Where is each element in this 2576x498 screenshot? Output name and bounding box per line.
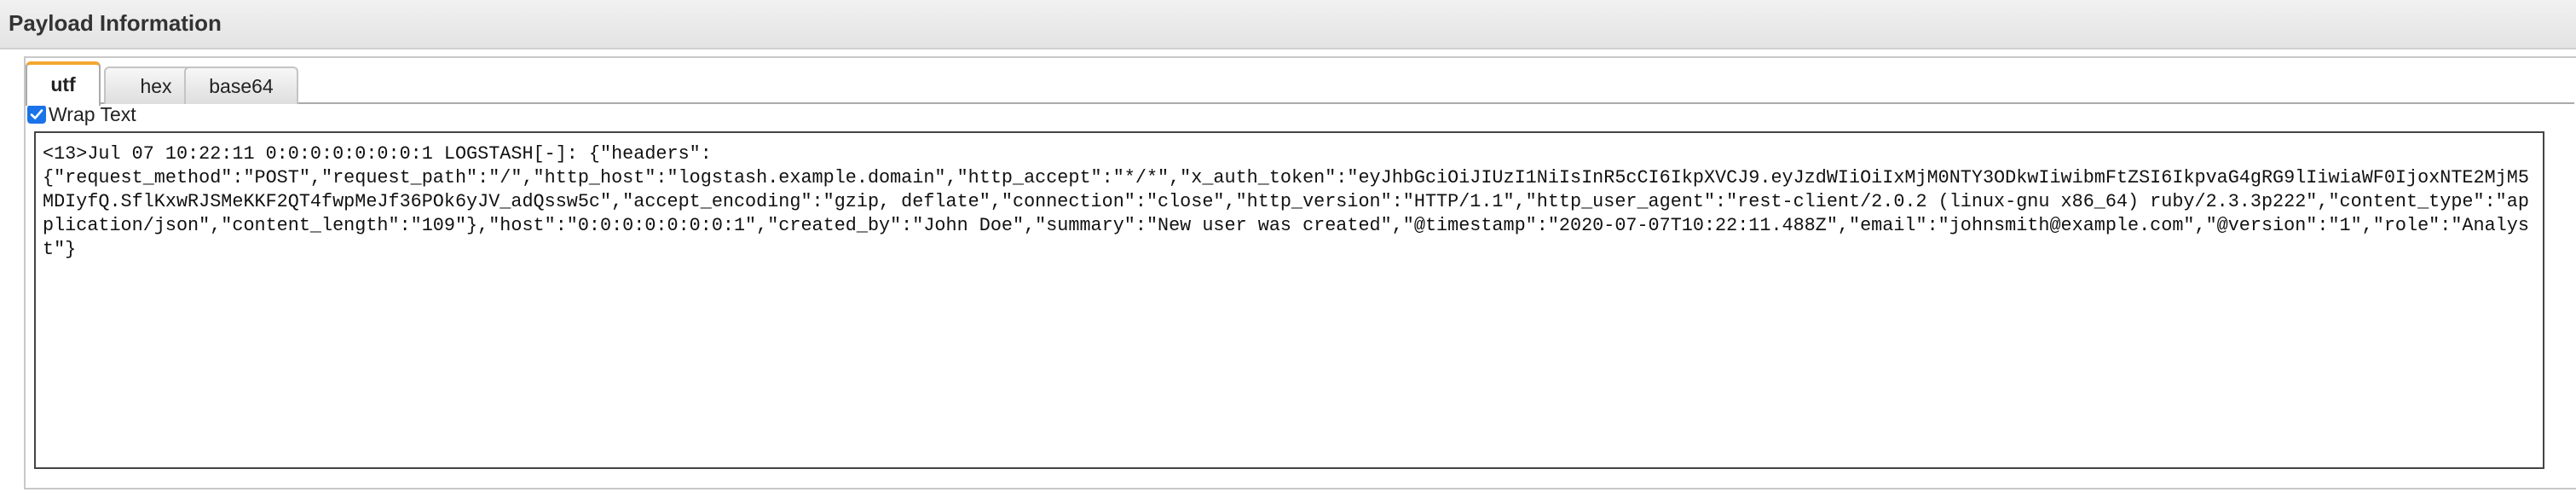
tab-strip-divider <box>26 102 2574 104</box>
tab-base64[interactable]: base64 <box>184 67 298 104</box>
checkmark-icon <box>30 109 43 119</box>
tab-utf[interactable]: utf <box>26 61 101 106</box>
payload-information-page: Payload Information hex base64 utf Wrap … <box>0 0 2576 498</box>
page-title: Payload Information <box>9 10 222 36</box>
header-bar: Payload Information <box>0 0 2576 49</box>
wrap-text-checkbox[interactable] <box>27 105 46 124</box>
payload-text-area[interactable]: <13>Jul 07 10:22:11 0:0:0:0:0:0:0:1 LOGS… <box>34 131 2544 469</box>
wrap-text-label: Wrap Text <box>49 102 136 125</box>
wrap-text-option: Wrap Text <box>27 102 136 126</box>
